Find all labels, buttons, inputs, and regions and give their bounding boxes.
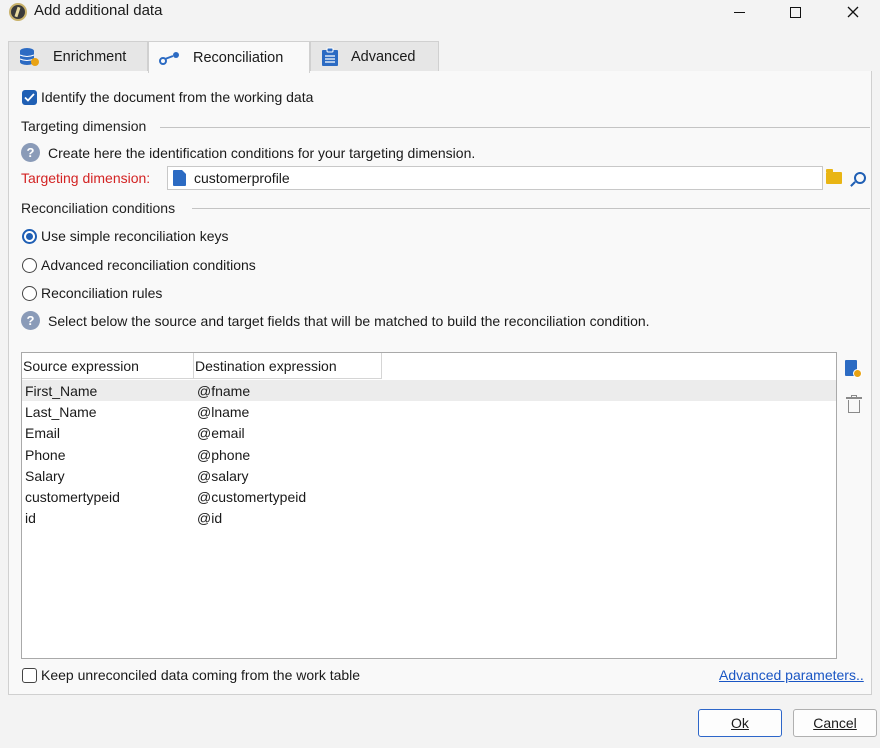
targeting-section-title: Targeting dimension [21, 118, 147, 134]
checkmark-icon [24, 92, 35, 102]
radio-advanced-conditions[interactable] [22, 257, 37, 273]
tab-advanced-label: Advanced [351, 49, 416, 65]
clipboard-icon [322, 47, 338, 66]
cell-source: Last_Name [25, 403, 97, 420]
cell-destination: @phone [197, 446, 251, 463]
column-header-source[interactable]: Source expression [22, 353, 194, 379]
identify-row: Identify the document from the working d… [22, 89, 313, 105]
add-row-button[interactable] [845, 360, 862, 378]
grid-header: Source expression Destination expression [22, 353, 382, 379]
minimize-icon [733, 11, 745, 13]
reconciliation-section-title: Reconciliation conditions [21, 200, 176, 216]
option-reconciliation-rules[interactable]: Reconciliation rules [22, 285, 162, 301]
tab-reconciliation-label: Reconciliation [193, 49, 284, 66]
cell-destination: @email [197, 425, 245, 442]
reconciliation-help-row: ? Select below the source and target fie… [21, 311, 650, 330]
targeting-section-line [160, 127, 870, 128]
help-icon: ? [21, 311, 40, 330]
cancel-button[interactable]: Cancel [793, 709, 877, 737]
ok-button-label: Ok [731, 715, 749, 731]
targeting-dimension-value: customerprofile [194, 170, 290, 186]
help-icon: ? [21, 143, 40, 162]
targeting-dimension-label: Targeting dimension: [21, 170, 151, 186]
keep-unreconciled-label: Keep unreconciled data coming from the w… [41, 667, 361, 683]
cell-source: Salary [25, 467, 65, 484]
radio-reconciliation-rules[interactable] [22, 285, 37, 301]
table-row[interactable]: Phone @phone [22, 444, 836, 465]
table-row[interactable]: customertypeid @customertypeid [22, 486, 836, 507]
cell-destination: @lname [197, 403, 250, 420]
cell-source: customertypeid [25, 489, 120, 506]
option-simple-keys[interactable]: Use simple reconciliation keys [22, 228, 229, 244]
table-row[interactable]: First_Name @fname [22, 380, 836, 402]
table-row[interactable]: Salary @salary [22, 465, 836, 486]
identify-checkbox[interactable] [22, 89, 37, 105]
option-advanced-conditions[interactable]: Advanced reconciliation conditions [22, 257, 256, 273]
cell-source: Email [25, 425, 61, 442]
reconciliation-help-text: Select below the source and target field… [48, 312, 650, 329]
cell-destination: @id [197, 510, 223, 527]
cell-source: id [25, 510, 36, 527]
link-icon [159, 51, 179, 65]
close-icon [847, 6, 859, 18]
targeting-help-text: Create here the identification condition… [48, 144, 476, 161]
search-icon [851, 172, 866, 186]
targeting-help-row: ? Create here the identification conditi… [21, 143, 475, 162]
tab-enrichment-label: Enrichment [53, 49, 127, 65]
tab-enrichment[interactable]: Enrichment [8, 41, 148, 72]
search-button[interactable] [851, 172, 866, 186]
maximize-button[interactable] [772, 0, 818, 24]
keep-unreconciled-row: Keep unreconciled data coming from the w… [22, 667, 360, 683]
window-title: Add additional data [34, 2, 163, 19]
tab-reconciliation[interactable]: Reconciliation [148, 41, 310, 73]
cell-source: Phone [25, 446, 66, 463]
option-simple-keys-label: Use simple reconciliation keys [41, 228, 229, 244]
tab-bar: Enrichment Reconciliation Advanced [8, 41, 872, 73]
database-icon [19, 48, 39, 66]
cell-source: First_Name [25, 382, 98, 399]
table-row[interactable]: Last_Name @lname [22, 401, 836, 422]
table-row[interactable]: id @id [22, 508, 836, 529]
cell-destination: @salary [197, 467, 249, 484]
advanced-parameters-link[interactable]: Advanced parameters.. [719, 667, 864, 683]
option-reconciliation-rules-label: Reconciliation rules [41, 285, 163, 301]
reconciliation-section-line [192, 208, 870, 209]
reconciliation-keys-grid[interactable]: Source expression Destination expression… [21, 352, 837, 659]
cell-destination: @customertypeid [197, 489, 307, 506]
close-button[interactable] [830, 0, 876, 24]
folder-icon [826, 169, 842, 184]
cancel-button-label: Cancel [813, 715, 857, 731]
option-advanced-conditions-label: Advanced reconciliation conditions [41, 257, 256, 273]
minimize-button[interactable] [716, 0, 762, 24]
table-row[interactable]: Email @email [22, 423, 836, 444]
grid-body: First_Name @fname Last_Name @lname Email… [22, 380, 836, 529]
title-bar: Add additional data [0, 0, 880, 24]
ok-button[interactable]: Ok [698, 709, 782, 737]
targeting-dimension-field[interactable]: customerprofile [167, 166, 823, 190]
tab-advanced[interactable]: Advanced [310, 41, 439, 72]
radio-simple-keys[interactable] [22, 228, 37, 244]
maximize-icon [789, 6, 801, 18]
browse-button[interactable] [826, 169, 842, 184]
delete-row-button[interactable] [846, 395, 862, 414]
column-header-destination[interactable]: Destination expression [194, 353, 382, 379]
identify-label: Identify the document from the working d… [41, 89, 314, 105]
keep-unreconciled-checkbox[interactable] [22, 667, 37, 683]
cell-destination: @fname [197, 382, 251, 399]
schema-document-icon [173, 170, 186, 186]
app-logo-icon [9, 3, 27, 21]
